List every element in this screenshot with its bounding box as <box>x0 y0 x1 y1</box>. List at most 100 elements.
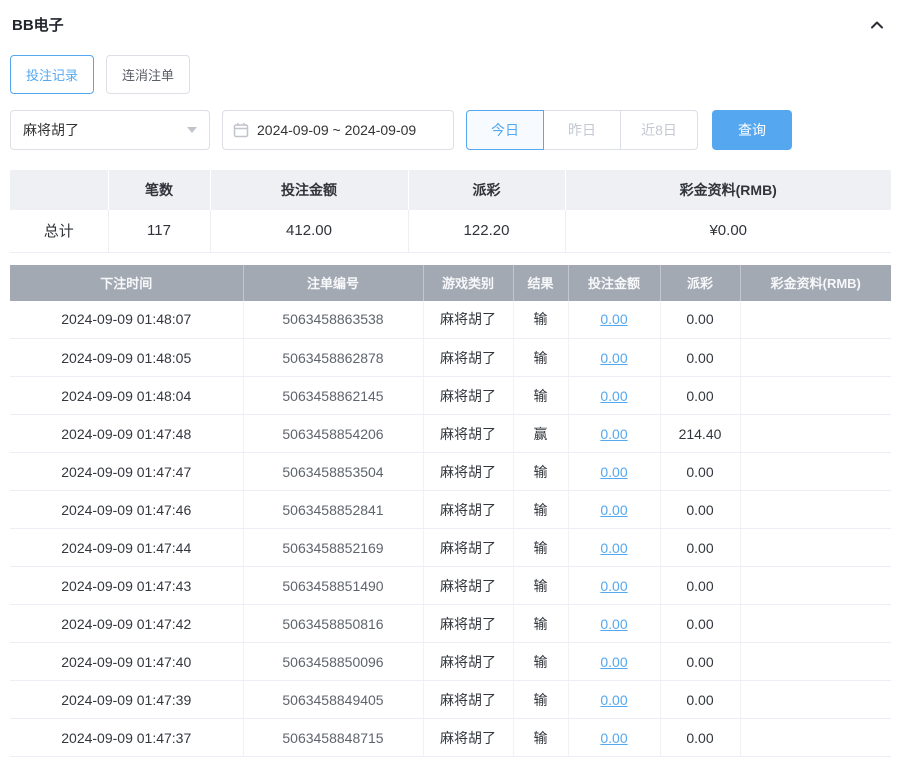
cell-bonus <box>740 376 891 415</box>
summary-total-bonus: ¥0.00 <box>565 210 891 253</box>
column-header-result: 结果 <box>513 264 569 301</box>
summary-header-empty <box>10 170 109 210</box>
cell-bonus <box>740 718 891 757</box>
summary-total-count: 117 <box>108 210 211 253</box>
cell-game-type: 麻将胡了 <box>423 414 514 453</box>
table-row: 2024-09-09 01:47:40 5063458850096 麻将胡了输 0.0… <box>10 642 891 681</box>
bet-amount-link[interactable]: 0.00 <box>600 616 627 632</box>
table-row: 2024-09-09 01:48:05 5063458862878 麻将胡了输 0.0… <box>10 338 891 377</box>
date-range-input[interactable]: 2024-09-09 ~ 2024-09-09 <box>222 110 454 150</box>
cell-payout: 0.00 <box>660 528 741 567</box>
cell-order-id: 5063458851490 <box>243 566 424 605</box>
cell-time: 2024-09-09 01:48:05 <box>10 338 244 377</box>
cell-bonus <box>740 452 891 491</box>
bet-amount-link[interactable]: 0.00 <box>600 730 627 746</box>
bet-amount-link[interactable]: 0.00 <box>600 654 627 670</box>
bet-amount-link[interactable]: 0.00 <box>600 578 627 594</box>
column-header-game-type: 游戏类别 <box>423 264 514 301</box>
bet-amount-link[interactable]: 0.00 <box>600 388 627 404</box>
cell-bet-amount: 0.00 <box>568 414 661 453</box>
summary-header-payout: 派彩 <box>408 170 566 210</box>
column-header-bet-amount: 投注金额 <box>568 264 661 301</box>
cell-time: 2024-09-09 01:47:43 <box>10 566 244 605</box>
cell-bonus <box>740 566 891 605</box>
cell-time: 2024-09-09 01:47:47 <box>10 452 244 491</box>
cell-payout: 0.00 <box>660 718 741 757</box>
cell-bet-amount: 0.00 <box>568 642 661 681</box>
table-row: 2024-09-09 01:47:48 5063458854206 麻将胡了赢 0.0… <box>10 414 891 453</box>
bet-amount-link[interactable]: 0.00 <box>600 540 627 556</box>
cell-time: 2024-09-09 01:47:37 <box>10 718 244 757</box>
cell-result: 输 <box>513 452 569 491</box>
cell-game-type: 麻将胡了 <box>423 604 514 643</box>
summary-total-label: 总计 <box>10 210 109 253</box>
summary-header-bonus: 彩金资料(RMB) <box>565 170 891 210</box>
chevron-up-icon <box>871 21 883 28</box>
column-header-bonus: 彩金资料(RMB) <box>740 264 891 301</box>
chevron-down-icon <box>187 127 197 133</box>
column-header-order-id: 注单编号 <box>243 264 424 301</box>
quick-button-today[interactable]: 今日 <box>466 110 544 150</box>
cell-order-id: 5063458850816 <box>243 604 424 643</box>
cell-payout: 0.00 <box>660 300 741 339</box>
summary-table: 笔数 投注金额 派彩 彩金资料(RMB) 总计 117 412.00 122.2… <box>10 170 891 253</box>
cell-result: 输 <box>513 300 569 339</box>
quick-button-yesterday[interactable]: 昨日 <box>543 110 621 150</box>
quick-button-last8days[interactable]: 近8日 <box>620 110 698 150</box>
cell-game-type: 麻将胡了 <box>423 490 514 529</box>
bet-amount-link[interactable]: 0.00 <box>600 502 627 518</box>
cell-bet-amount: 0.00 <box>568 300 661 339</box>
cell-payout: 0.00 <box>660 452 741 491</box>
cell-game-type: 麻将胡了 <box>423 452 514 491</box>
cell-game-type: 麻将胡了 <box>423 338 514 377</box>
cell-result: 输 <box>513 338 569 377</box>
bet-amount-link[interactable]: 0.00 <box>600 350 627 366</box>
cell-game-type: 麻将胡了 <box>423 566 514 605</box>
table-row: 2024-09-09 01:47:37 5063458848715 麻将胡了输 0.0… <box>10 718 891 757</box>
cell-payout: 0.00 <box>660 376 741 415</box>
table-row: 2024-09-09 01:48:04 5063458862145 麻将胡了输 0.0… <box>10 376 891 415</box>
table-row: 2024-09-09 01:47:43 5063458851490 麻将胡了输 0.0… <box>10 566 891 605</box>
cell-time: 2024-09-09 01:48:07 <box>10 300 244 339</box>
filter-bar: 麻将胡了 2024-09-09 ~ 2024-09-09 今日 昨日 近8日 查… <box>10 110 891 150</box>
bet-amount-link[interactable]: 0.00 <box>600 311 627 327</box>
cell-result: 赢 <box>513 414 569 453</box>
summary-total-row: 总计 117 412.00 122.20 ¥0.00 <box>10 210 891 253</box>
game-select[interactable]: 麻将胡了 <box>10 110 210 150</box>
cell-result: 输 <box>513 718 569 757</box>
bet-amount-link[interactable]: 0.00 <box>600 464 627 480</box>
tab-bet-records[interactable]: 投注记录 <box>10 55 95 94</box>
cell-bet-amount: 0.00 <box>568 376 661 415</box>
bet-amount-link[interactable]: 0.00 <box>600 692 627 708</box>
bet-amount-link[interactable]: 0.00 <box>600 426 627 442</box>
cell-game-type: 麻将胡了 <box>423 718 514 757</box>
cell-bet-amount: 0.00 <box>568 604 661 643</box>
cell-result: 输 <box>513 566 569 605</box>
table-row: 2024-09-09 01:47:46 5063458852841 麻将胡了输 0.0… <box>10 490 891 529</box>
search-button[interactable]: 查询 <box>712 110 792 150</box>
cell-order-id: 5063458850096 <box>243 642 424 681</box>
summary-header-bet-amount: 投注金额 <box>210 170 409 210</box>
summary-total-bet-amount: 412.00 <box>210 210 409 253</box>
cell-game-type: 麻将胡了 <box>423 680 514 719</box>
cell-game-type: 麻将胡了 <box>423 642 514 681</box>
cell-bet-amount: 0.00 <box>568 490 661 529</box>
page-title: BB电子 <box>12 17 64 34</box>
summary-total-payout: 122.20 <box>408 210 566 253</box>
summary-header-row: 笔数 投注金额 派彩 彩金资料(RMB) <box>10 170 891 210</box>
cell-order-id: 5063458852169 <box>243 528 424 567</box>
column-header-time: 下注时间 <box>10 264 244 301</box>
cell-bonus <box>740 680 891 719</box>
calendar-icon <box>233 123 249 138</box>
tab-cancelled-orders[interactable]: 连消注单 <box>106 55 191 94</box>
panel-header: BB电子 <box>10 10 891 39</box>
cell-bet-amount: 0.00 <box>568 338 661 377</box>
table-row: 2024-09-09 01:47:42 5063458850816 麻将胡了输 0.0… <box>10 604 891 643</box>
cell-payout: 0.00 <box>660 490 741 529</box>
collapse-panel-button[interactable] <box>869 17 885 33</box>
summary-header-count: 笔数 <box>108 170 211 210</box>
cell-order-id: 5063458852841 <box>243 490 424 529</box>
quick-date-button-group: 今日 昨日 近8日 <box>466 110 698 150</box>
cell-time: 2024-09-09 01:47:46 <box>10 490 244 529</box>
bet-records-panel: BB电子 投注记录 连消注单 麻将胡了 2024-09-09 ~ 2024-09… <box>0 0 901 767</box>
